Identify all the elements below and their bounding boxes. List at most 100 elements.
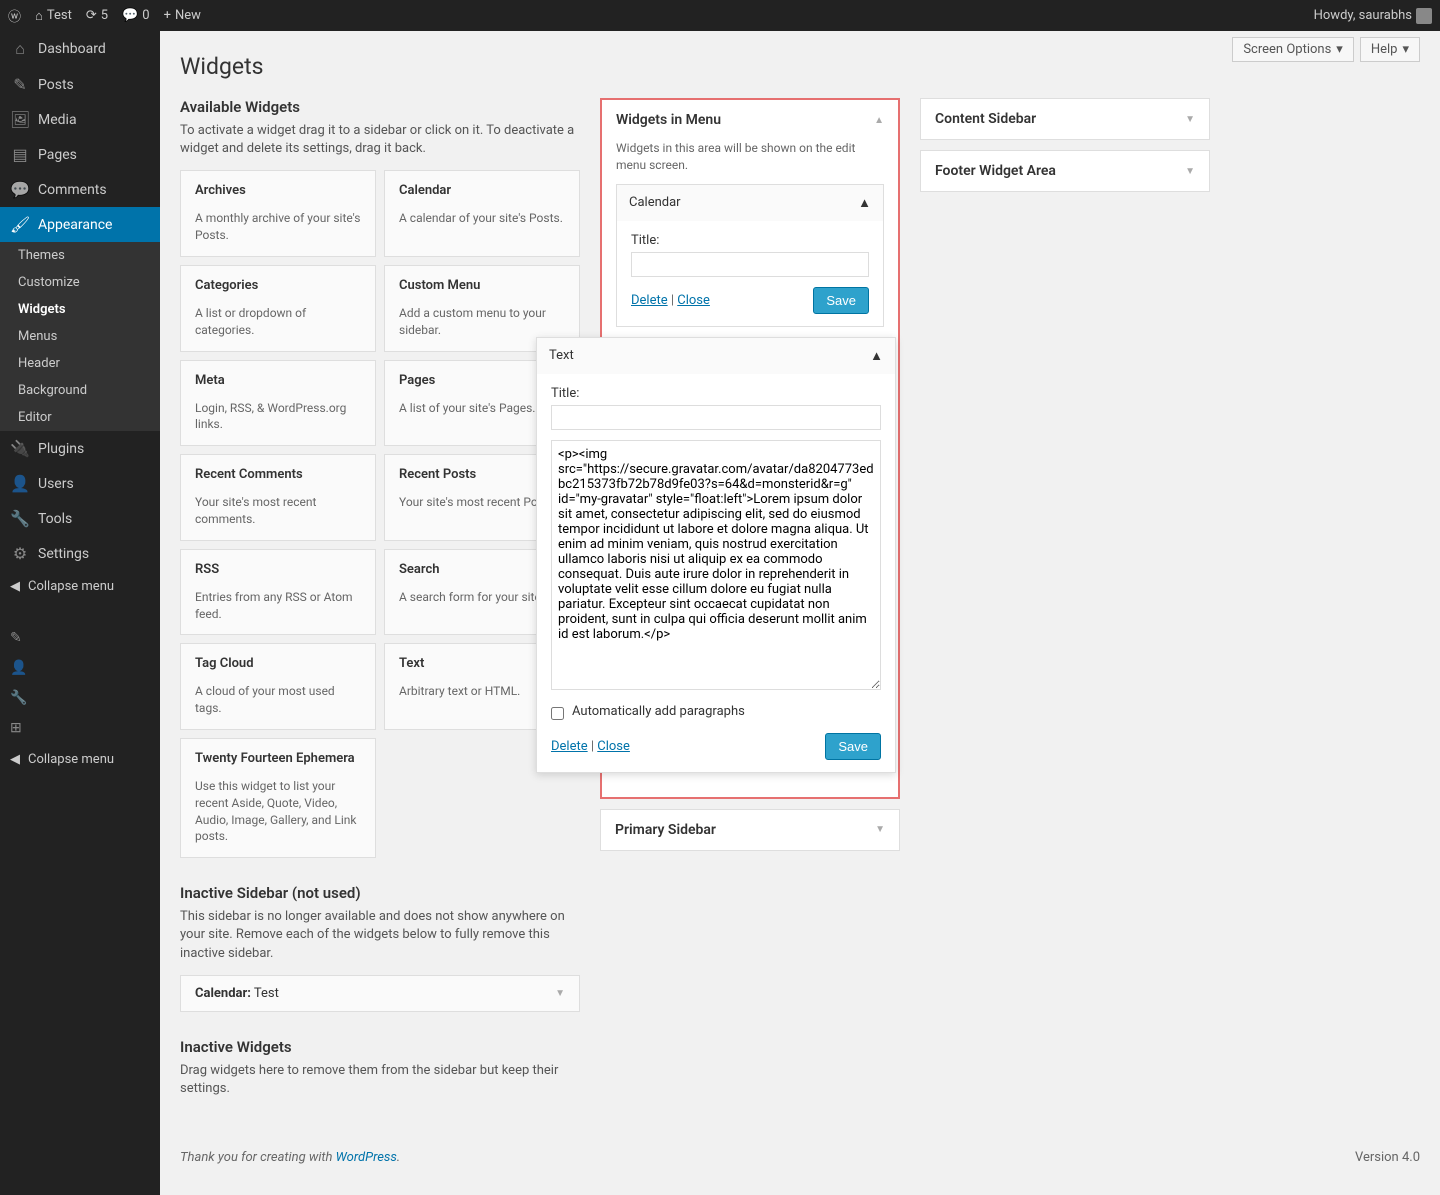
site-link[interactable]: ⌂ Test bbox=[35, 8, 72, 24]
available-widget[interactable]: CategoriesA list or dropdown of categori… bbox=[180, 265, 376, 352]
widget-desc: A cloud of your most used tags. bbox=[181, 683, 375, 729]
menu-item-pages[interactable]: ▤Pages bbox=[0, 137, 160, 172]
widget-name: Meta bbox=[181, 361, 375, 400]
menu-icon: 👤 bbox=[10, 474, 30, 493]
inactive-widgets-heading: Inactive Widgets bbox=[180, 1038, 580, 1056]
screen-options-button[interactable]: Screen Options ▾ bbox=[1232, 37, 1354, 62]
menu-item-appearance[interactable]: 🖌Appearance bbox=[0, 207, 160, 242]
submenu-item-widgets[interactable]: Widgets bbox=[0, 296, 160, 323]
widget-area-header[interactable]: Footer Widget Area▼ bbox=[921, 151, 1209, 191]
available-widget[interactable]: CalendarA calendar of your site's Posts. bbox=[384, 170, 580, 257]
widget-name: Categories bbox=[181, 266, 375, 305]
help-button[interactable]: Help ▾ bbox=[1360, 37, 1420, 62]
available-widgets-desc: To activate a widget drag it to a sideba… bbox=[180, 122, 580, 158]
menu-icon: ✎ bbox=[10, 75, 30, 94]
menu-icon: 🔌 bbox=[10, 439, 30, 458]
updates-link[interactable]: ⟳ 5 bbox=[86, 8, 108, 23]
sidebar-mini-icon[interactable]: ✎ bbox=[10, 630, 150, 646]
submenu-item-menus[interactable]: Menus bbox=[0, 323, 160, 350]
widget-desc: A calendar of your site's Posts. bbox=[385, 210, 579, 239]
text-title-input[interactable] bbox=[551, 405, 881, 430]
widget-name: Calendar bbox=[385, 171, 579, 210]
admin-bar: ⓦ ⌂ Test ⟳ 5 💬 0 + New Howdy, saurabhs bbox=[0, 0, 1440, 31]
widget-desc: Your site's most recent comments. bbox=[181, 494, 375, 540]
menu-icon: 🖼 bbox=[10, 110, 30, 129]
available-widget[interactable]: Recent CommentsYour site's most recent c… bbox=[180, 454, 376, 541]
collapse-menu[interactable]: ◀ Collapse menu bbox=[0, 744, 160, 775]
widget-area: Content Sidebar▼ bbox=[920, 98, 1210, 140]
save-button[interactable]: Save bbox=[825, 733, 881, 760]
text-content-textarea[interactable] bbox=[551, 440, 881, 690]
menu-icon: ▤ bbox=[10, 145, 30, 164]
text-widget-header[interactable]: Text ▲ bbox=[537, 338, 895, 374]
autop-checkbox[interactable] bbox=[551, 707, 564, 720]
widget-name: Archives bbox=[181, 171, 375, 210]
chevron-up-icon: ▲ bbox=[870, 348, 883, 364]
submenu-item-background[interactable]: Background bbox=[0, 377, 160, 404]
footer-thanks: Thank you for creating with WordPress. bbox=[180, 1150, 400, 1165]
widget-area: Footer Widget Area▼ bbox=[920, 150, 1210, 192]
widget-name: Twenty Fourteen Ephemera bbox=[181, 739, 375, 778]
footer-version: Version 4.0 bbox=[1355, 1150, 1420, 1165]
calendar-widget: Calendar ▲ Title: Delete | bbox=[616, 184, 884, 327]
widget-name: Tag Cloud bbox=[181, 644, 375, 683]
available-widget[interactable]: ArchivesA monthly archive of your site's… bbox=[180, 170, 376, 257]
widget-name: RSS bbox=[181, 550, 375, 589]
wordpress-link[interactable]: WordPress bbox=[336, 1150, 397, 1165]
chevron-down-icon: ▼ bbox=[555, 988, 565, 999]
menu-item-tools[interactable]: 🔧Tools bbox=[0, 501, 160, 536]
sidebar-mini-icon[interactable]: ⊞ bbox=[10, 720, 150, 736]
menu-item-dashboard[interactable]: ⌂Dashboard bbox=[0, 31, 160, 67]
menu-item-plugins[interactable]: 🔌Plugins bbox=[0, 431, 160, 466]
submenu-item-header[interactable]: Header bbox=[0, 350, 160, 377]
available-widget[interactable]: MetaLogin, RSS, & WordPress.org links. bbox=[180, 360, 376, 447]
widget-desc: Entries from any RSS or Atom feed. bbox=[181, 589, 375, 635]
submenu-item-customize[interactable]: Customize bbox=[0, 269, 160, 296]
calendar-widget-header[interactable]: Calendar ▲ bbox=[617, 185, 883, 221]
available-widget[interactable]: RSSEntries from any RSS or Atom feed. bbox=[180, 549, 376, 636]
widget-desc: Use this widget to list your recent Asid… bbox=[181, 778, 375, 857]
inactive-sidebar-widget[interactable]: Calendar: Test ▼ bbox=[180, 975, 580, 1012]
wp-logo-icon[interactable]: ⓦ bbox=[8, 6, 21, 25]
widget-area-header[interactable]: Primary Sidebar ▼ bbox=[601, 810, 899, 850]
menu-icon: 💬 bbox=[10, 180, 30, 199]
widget-area-header[interactable]: Widgets in Menu ▲ bbox=[602, 100, 898, 140]
available-widget[interactable]: Tag CloudA cloud of your most used tags. bbox=[180, 643, 376, 730]
comments-link[interactable]: 💬 0 bbox=[122, 8, 150, 23]
submenu-item-themes[interactable]: Themes bbox=[0, 242, 160, 269]
widget-name: Custom Menu bbox=[385, 266, 579, 305]
menu-item-media[interactable]: 🖼Media bbox=[0, 102, 160, 137]
close-link[interactable]: Close bbox=[677, 293, 710, 308]
widget-desc: A list or dropdown of categories. bbox=[181, 305, 375, 351]
sidebar-mini-icon[interactable]: 👤 bbox=[10, 660, 150, 676]
collapse-menu[interactable]: ◀ Collapse menu bbox=[0, 571, 160, 602]
available-widget[interactable]: Twenty Fourteen EphemeraUse this widget … bbox=[180, 738, 376, 858]
title-label: Title: bbox=[631, 233, 869, 248]
chevron-down-icon: ▼ bbox=[1185, 114, 1195, 125]
submenu-item-editor[interactable]: Editor bbox=[0, 404, 160, 431]
avatar bbox=[1416, 8, 1432, 24]
text-widget: Text ▲ Title: bbox=[536, 337, 896, 773]
new-link[interactable]: + New bbox=[164, 8, 201, 23]
menu-item-users[interactable]: 👤Users bbox=[0, 466, 160, 501]
menu-item-comments[interactable]: 💬Comments bbox=[0, 172, 160, 207]
menu-icon: ⚙ bbox=[10, 544, 30, 563]
calendar-title-input[interactable] bbox=[631, 252, 869, 277]
delete-link[interactable]: Delete bbox=[631, 293, 668, 308]
menu-icon: 🔧 bbox=[10, 509, 30, 528]
close-link[interactable]: Close bbox=[597, 739, 630, 754]
menu-icon: 🖌 bbox=[10, 215, 30, 234]
howdy-link[interactable]: Howdy, saurabhs bbox=[1314, 8, 1432, 24]
widget-name: Recent Comments bbox=[181, 455, 375, 494]
delete-link[interactable]: Delete bbox=[551, 739, 588, 754]
save-button[interactable]: Save bbox=[813, 287, 869, 314]
widgets-in-menu-area: Widgets in Menu ▲ Widgets in this area w… bbox=[600, 98, 900, 799]
sidebar-mini-icon[interactable]: 🔧 bbox=[10, 690, 150, 706]
menu-item-posts[interactable]: ✎Posts bbox=[0, 67, 160, 102]
chevron-up-icon: ▲ bbox=[858, 195, 871, 211]
widget-desc: A monthly archive of your site's Posts. bbox=[181, 210, 375, 256]
inactive-sidebar-heading: Inactive Sidebar (not used) bbox=[180, 884, 580, 902]
available-widgets-heading: Available Widgets bbox=[180, 98, 580, 116]
widget-area-header[interactable]: Content Sidebar▼ bbox=[921, 99, 1209, 139]
menu-item-settings[interactable]: ⚙Settings bbox=[0, 536, 160, 571]
